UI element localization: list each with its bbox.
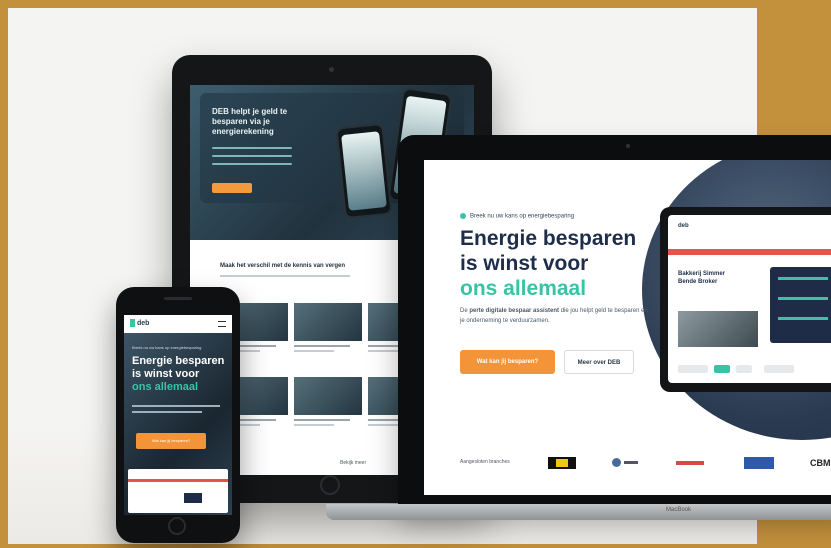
phone-headline: Energie besparen is winst voor ons allem…	[132, 355, 225, 393]
logo-icon	[130, 319, 135, 327]
tablet-hero-bullets	[212, 147, 292, 171]
laptop-screen: Breek nu uw kans op energiebesparing Ene…	[424, 160, 831, 495]
laptop-base: MacBook	[326, 504, 831, 520]
phone-card	[128, 469, 228, 513]
phone-device: deb Breek nu uw kans op energiebesparing…	[116, 287, 240, 543]
phone-home-button	[168, 517, 186, 535]
laptop-badge: Breek nu uw kans op energiebesparing	[460, 213, 574, 220]
mock-image	[678, 311, 758, 347]
phone-text-line	[132, 405, 220, 407]
partner-logo	[548, 457, 576, 469]
laptop-device: Breek nu uw kans op energiebesparing Ene…	[398, 135, 831, 505]
laptop-mock-screen: deb Bakkerij Simmer Bende Broker	[668, 215, 831, 383]
phone-screen: deb Breek nu uw kans op energiebesparing…	[124, 315, 232, 515]
laptop-mock-device: deb Bakkerij Simmer Bende Broker	[660, 207, 831, 392]
tablet-hero-button[interactable]	[212, 183, 252, 193]
partner-logo	[612, 457, 638, 469]
badge-dot-icon	[460, 213, 466, 219]
save-button[interactable]: Wat kan jij besparen?	[460, 350, 555, 374]
tablet-card[interactable]	[294, 303, 362, 365]
tablet-section-title: Maak het verschil met de kennis van verg…	[220, 263, 346, 269]
laptop-intro: De perte digitale bespaar assistent die …	[460, 308, 648, 324]
partner-logo: CBM	[810, 458, 831, 468]
phone-badge: Breek nu uw kans op energiebesparing	[132, 345, 202, 350]
mockup-frame: DEB helpt je geld te besparen via je ene…	[0, 0, 831, 548]
tablet-home-button	[320, 475, 340, 495]
laptop-brand: MacBook	[666, 507, 692, 513]
tablet-section-subtitle	[220, 275, 350, 277]
tablet-hero-title: DEB helpt je geld te besparen via je ene…	[212, 107, 288, 136]
phone-text-line	[132, 411, 202, 413]
tablet-card[interactable]	[294, 377, 362, 439]
phone-header: deb	[124, 315, 232, 333]
mock-alert-bar	[668, 249, 831, 255]
mock-controls	[678, 365, 831, 373]
partners-label: Aangesloten branches	[460, 459, 510, 465]
mock-logo: deb	[678, 223, 689, 229]
tablet-camera	[329, 67, 334, 72]
phone-speaker	[164, 297, 192, 300]
mock-dark-panel	[770, 267, 831, 343]
laptop-camera	[626, 144, 630, 148]
tablet-more-link[interactable]: Bekijk meer	[340, 460, 366, 466]
phone-logo[interactable]: deb	[130, 319, 149, 327]
tablet-phone-mock	[335, 122, 393, 220]
partner-logos: Aangesloten branches CBM	[460, 457, 831, 471]
mock-title: Bakkerij Simmer Bende Broker	[678, 271, 726, 285]
laptop-headline: Energie besparen is winst voor ons allem…	[460, 227, 637, 300]
menu-icon[interactable]	[218, 321, 226, 327]
phone-save-button[interactable]: Wat kan jij besparen?	[136, 433, 206, 449]
more-about-button[interactable]: Meer over DEB	[564, 350, 634, 374]
partner-logo	[676, 457, 704, 469]
partner-logo	[744, 457, 774, 469]
